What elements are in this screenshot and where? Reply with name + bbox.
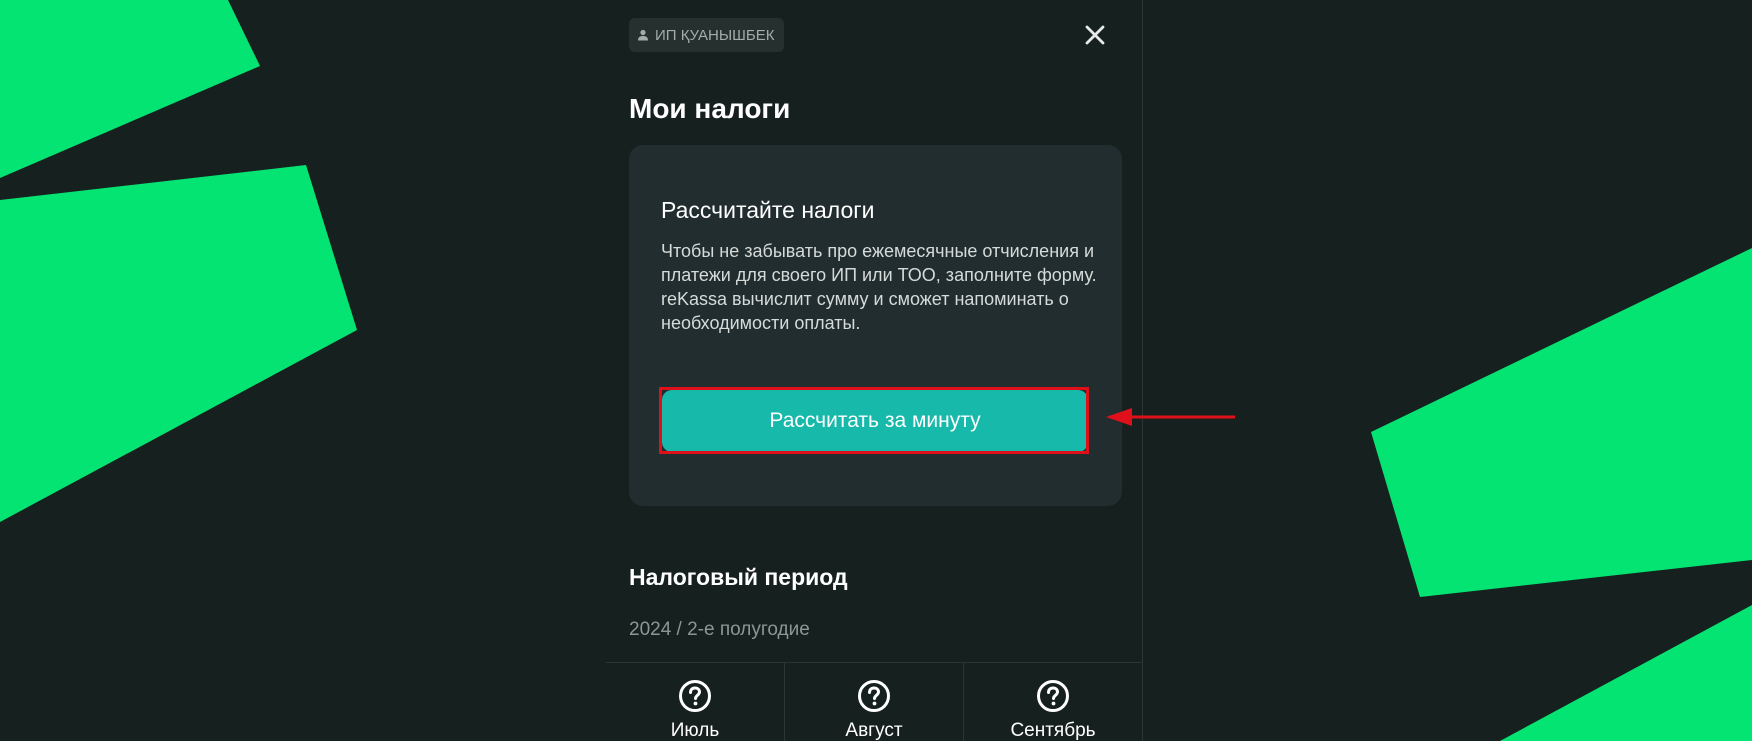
pointer-arrow-icon xyxy=(1106,408,1235,426)
tax-period-title: Налоговый период xyxy=(629,564,848,590)
month-label: Июль xyxy=(670,720,720,741)
month-september[interactable]: Сентябрь xyxy=(964,663,1142,741)
card-title: Рассчитайте налоги xyxy=(661,197,875,223)
month-label: Сентябрь xyxy=(1010,720,1096,741)
months-row: Июль Август Сентябрь xyxy=(606,662,1142,741)
question-icon xyxy=(1037,680,1069,712)
user-chip-label: ИП ҚУАНЫШБЕК xyxy=(655,26,775,44)
question-icon xyxy=(679,680,711,712)
app-screen: ИП ҚУАНЫШБЕК Мои налоги Рассчитайте нало… xyxy=(0,0,1752,741)
card-description: Чтобы не забывать про ежемесячные отчисл… xyxy=(661,241,1097,333)
close-icon xyxy=(1085,25,1105,45)
tax-calc-card: Рассчитайте налоги Чтобы не забывать про… xyxy=(629,145,1122,506)
highlight-frame xyxy=(659,387,1089,454)
question-icon xyxy=(858,680,890,712)
page-title: Мои налоги xyxy=(629,93,791,124)
month-july[interactable]: Июль xyxy=(606,663,785,741)
decor-shape-top-left xyxy=(0,0,260,178)
month-august[interactable]: Август xyxy=(785,663,964,741)
close-button[interactable] xyxy=(1080,18,1110,52)
decor-shape-mid-left xyxy=(0,165,357,522)
tax-period-value[interactable]: 2024 / 2-е полугодие xyxy=(629,616,810,644)
month-label: Август xyxy=(845,720,903,741)
user-icon xyxy=(638,29,648,41)
user-chip[interactable]: ИП ҚУАНЫШБЕК xyxy=(629,18,785,52)
decor-shape-right xyxy=(1371,248,1752,597)
decor-shape-bottom-right xyxy=(1500,605,1752,741)
